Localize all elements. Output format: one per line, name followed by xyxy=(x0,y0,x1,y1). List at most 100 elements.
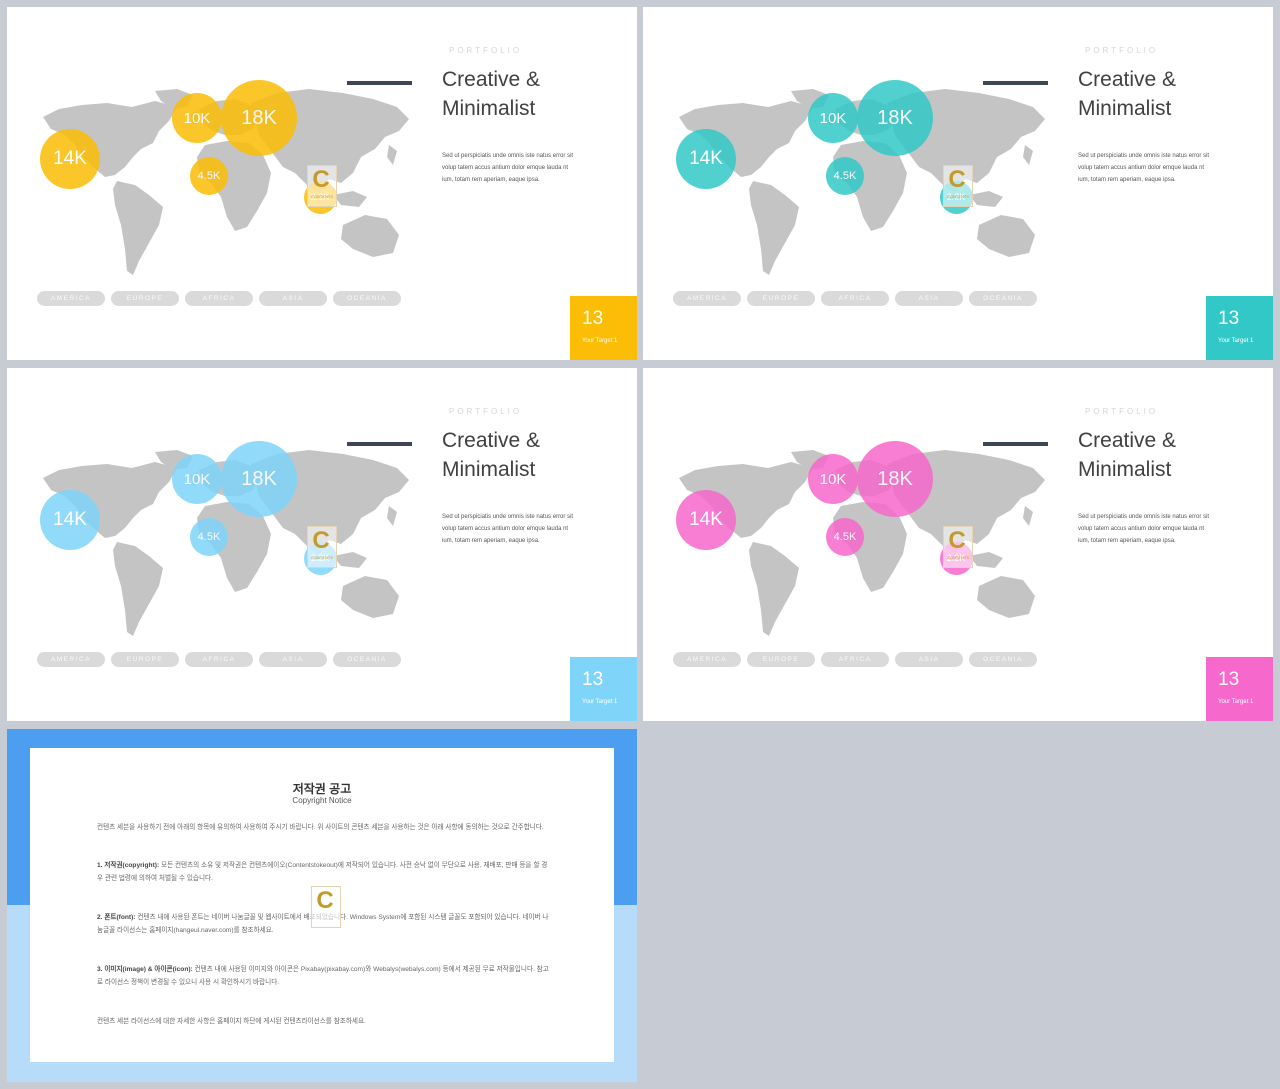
title-line-1: Creative & xyxy=(442,429,541,452)
region-pill: OCEANIA xyxy=(333,291,401,306)
slide-title: Creative & Minimalist xyxy=(1078,65,1258,123)
region-pill: AMERICA xyxy=(673,652,741,667)
body-line-2: volup tatem accus antium dolor emque lau… xyxy=(442,165,569,171)
region-pills: AMERICA EUROPE AFRICA ASIA OCEANIA xyxy=(673,291,1037,306)
notice-subtitle: Copyright Notice xyxy=(292,796,352,805)
body-line-3: ium, totam rem aperiam, eaque ipsa. xyxy=(442,538,540,544)
slide-title: Creative & Minimalist xyxy=(442,65,622,123)
body-text: Sed ut perspiciatis unde omnis iste natu… xyxy=(442,511,582,547)
region-pill: AMERICA xyxy=(37,291,105,306)
notice-s2-head: 2. 폰트(font): xyxy=(97,914,136,921)
body-line-2: volup tatem accus antium dolor emque lau… xyxy=(442,526,569,532)
body-line-1: Sed ut perspiciatis unde omnis iste natu… xyxy=(442,153,574,159)
slide-title: Creative & Minimalist xyxy=(1078,426,1258,484)
number-box: 13 Your Target 1 xyxy=(1206,657,1273,721)
portfolio-label: PORTFOLIO xyxy=(1085,407,1159,416)
data-bubble: 10K xyxy=(808,454,858,504)
portfolio-label: PORTFOLIO xyxy=(449,407,523,416)
body-text: Sed ut perspiciatis unde omnis iste natu… xyxy=(1078,511,1218,547)
title-rule xyxy=(347,442,412,446)
body-line-3: ium, totam rem aperiam, eaque ipsa. xyxy=(442,177,540,183)
region-pill: ASIA xyxy=(259,291,327,306)
data-bubble: 18K xyxy=(221,80,297,156)
notice-title: 저작권 공고 xyxy=(292,782,352,796)
data-bubble: 18K xyxy=(857,80,933,156)
region-pill: AFRICA xyxy=(185,652,253,667)
region-pill: OCEANIA xyxy=(969,652,1037,667)
slide-number-subtitle: Your Target 1 xyxy=(1218,699,1254,705)
body-line-3: ium, totam rem aperiam, eaque ipsa. xyxy=(1078,177,1176,183)
region-pills: AMERICA EUROPE AFRICA ASIA OCEANIA xyxy=(673,652,1037,667)
body-line-1: Sed ut perspiciatis unde omnis iste natu… xyxy=(1078,514,1210,520)
slide-number-subtitle: Your Target 1 xyxy=(1218,338,1254,344)
body-line-2: volup tatem accus antium dolor emque lau… xyxy=(1078,165,1205,171)
slide-number: 13 xyxy=(1218,308,1240,329)
title-line-1: Creative & xyxy=(442,68,541,91)
title-line-1: Creative & xyxy=(1078,68,1177,91)
watermark-logo: C xyxy=(311,886,341,928)
region-pill: AFRICA xyxy=(821,291,889,306)
title-line-2: Minimalist xyxy=(1078,458,1172,481)
region-pill: AFRICA xyxy=(185,291,253,306)
data-bubble: 14K xyxy=(40,490,100,550)
region-pill: AFRICA xyxy=(821,652,889,667)
number-box: 13 Your Target 1 xyxy=(570,296,637,360)
region-pill: EUROPE xyxy=(111,652,179,667)
watermark-logo: C CONTENTS xyxy=(307,526,337,568)
title-rule xyxy=(983,442,1048,446)
title-line-2: Minimalist xyxy=(442,458,536,481)
data-bubble: 4.5K xyxy=(190,518,228,556)
slide-number: 13 xyxy=(582,308,604,329)
data-bubble: 4.5K xyxy=(826,518,864,556)
region-pill: ASIA xyxy=(259,652,327,667)
region-pill: OCEANIA xyxy=(969,291,1037,306)
slide-title: Creative & Minimalist xyxy=(442,426,622,484)
body-text: Sed ut perspiciatis unde omnis iste natu… xyxy=(1078,150,1218,186)
data-bubble: 4.5K xyxy=(826,157,864,195)
region-pill: OCEANIA xyxy=(333,652,401,667)
body-line-1: Sed ut perspiciatis unde omnis iste natu… xyxy=(1078,153,1210,159)
watermark-logo: C CONTENTS xyxy=(943,526,973,568)
title-line-2: Minimalist xyxy=(442,97,536,120)
slide-number-subtitle: Your Target 1 xyxy=(582,699,618,705)
data-bubble: 10K xyxy=(808,93,858,143)
data-bubble: 10K xyxy=(172,454,222,504)
notice-outro: 컨텐츠 세븐 라이선스에 대한 자세한 사항은 홈페이지 하단에 게시된 컨텐츠… xyxy=(97,1018,366,1025)
body-text: Sed ut perspiciatis unde omnis iste natu… xyxy=(442,150,582,186)
notice-section-copyright: 1. 저작권(copyright): 모든 컨텐츠의 소유 및 저작권은 컨텐츠… xyxy=(97,859,552,885)
region-pill: EUROPE xyxy=(747,291,815,306)
body-line-3: ium, totam rem aperiam, eaque ipsa. xyxy=(1078,538,1176,544)
copyright-notice-slide: 저작권 공고 Copyright Notice 컨텐츠 세븐을 사용하기 전에 … xyxy=(7,729,637,1082)
slide-yellow: PORTFOLIO Creative & Minimalist Sed ut p… xyxy=(7,7,637,360)
notice-intro: 컨텐츠 세븐을 사용하기 전에 아래의 항목에 유의하여 사용하여 주시기 바랍… xyxy=(97,824,544,831)
data-bubble: 18K xyxy=(221,441,297,517)
slide-lightblue: PORTFOLIO Creative & Minimalist Sed ut p… xyxy=(7,368,637,721)
title-line-1: Creative & xyxy=(1078,429,1177,452)
data-bubble: 14K xyxy=(40,129,100,189)
region-pill: ASIA xyxy=(895,652,963,667)
data-bubble: 14K xyxy=(676,490,736,550)
notice-section-image: 3. 이미지(image) & 아이콘(icon): 컨텐츠 내에 사용된 이미… xyxy=(97,963,552,989)
slide-teal: PORTFOLIO Creative & Minimalist Sed ut p… xyxy=(643,7,1273,360)
notice-s3-head: 3. 이미지(image) & 아이콘(icon): xyxy=(97,966,193,973)
title-rule xyxy=(347,81,412,85)
slide-number: 13 xyxy=(582,669,604,690)
notice-card: 저작권 공고 Copyright Notice 컨텐츠 세븐을 사용하기 전에 … xyxy=(30,748,614,1062)
slide-number-subtitle: Your Target 1 xyxy=(582,338,618,344)
region-pill: EUROPE xyxy=(111,291,179,306)
watermark-logo: C CONTENTS xyxy=(307,165,337,207)
title-line-2: Minimalist xyxy=(1078,97,1172,120)
title-rule xyxy=(983,81,1048,85)
number-box: 13 Your Target 1 xyxy=(1206,296,1273,360)
body-line-2: volup tatem accus antium dolor emque lau… xyxy=(1078,526,1205,532)
number-box: 13 Your Target 1 xyxy=(570,657,637,721)
region-pill: EUROPE xyxy=(747,652,815,667)
region-pill: ASIA xyxy=(895,291,963,306)
region-pills: AMERICA EUROPE AFRICA ASIA OCEANIA xyxy=(37,291,401,306)
slide-pink: PORTFOLIO Creative & Minimalist Sed ut p… xyxy=(643,368,1273,721)
region-pills: AMERICA EUROPE AFRICA ASIA OCEANIA xyxy=(37,652,401,667)
body-line-1: Sed ut perspiciatis unde omnis iste natu… xyxy=(442,514,574,520)
region-pill: AMERICA xyxy=(37,652,105,667)
portfolio-label: PORTFOLIO xyxy=(449,46,523,55)
watermark-logo: C CONTENTS xyxy=(943,165,973,207)
